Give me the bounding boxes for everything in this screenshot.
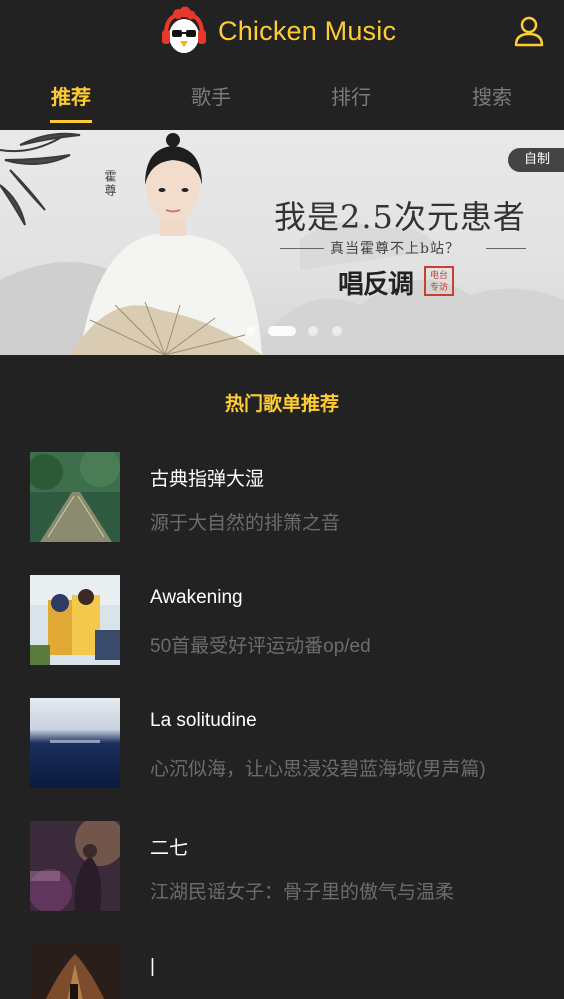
playlist-desc: 源于大自然的排箫之音 [150, 513, 341, 534]
playlist-desc: 50首最受好评运动番op/ed [150, 636, 371, 657]
banner-slider[interactable]: 自制 霍尊 我是2.5次元患者 真当霍尊不上b站？ 唱反调 电台专访 [0, 130, 564, 355]
playlist-cover [30, 452, 120, 542]
tab-singers[interactable]: 歌手 [171, 82, 251, 112]
playlist-desc: 心沉似海，让心思浸没碧蓝海域(男声篇) [150, 759, 486, 780]
playlist-cover [30, 944, 120, 999]
banner-subtitle: 真当霍尊不上b站？ [330, 241, 460, 257]
section-title: 热门歌单推荐 [224, 393, 339, 415]
playlist-cover [30, 698, 120, 788]
banner-divider-left [280, 248, 324, 249]
badge-self-made: 自制 [507, 148, 564, 172]
banner-image [0, 132, 564, 355]
banner-signature: 霍尊 [103, 170, 117, 198]
slider-dot[interactable] [246, 326, 256, 336]
tab-search[interactable]: 搜索 [452, 82, 532, 112]
playlist-cover [30, 575, 120, 665]
header: Chicken Music [0, 0, 564, 66]
active-tab-indicator [50, 120, 92, 123]
banner-headline: 我是2.5次元患者 [274, 198, 526, 236]
tab-rankings[interactable]: 排行 [311, 82, 391, 112]
banner-stamp: 电台专访 [424, 266, 454, 296]
list-item[interactable]: La solitudine 心沉似海，让心思浸没碧蓝海域(男声篇) [30, 698, 550, 790]
playlist-title: 二七 [150, 838, 189, 859]
playlist-title: 古典指弹大湿 [150, 469, 265, 490]
tab-recommend[interactable]: 推荐 [31, 82, 111, 112]
banner-divider-right [486, 248, 526, 249]
app-page: Chicken Music 推荐 歌手 排行 搜索 自制 霍尊 我是2.5次元患… [0, 0, 564, 999]
app-title: Chicken Music [218, 16, 397, 46]
list-item[interactable]: 二七 江湖民谣女子：骨子里的傲气与温柔 [30, 821, 550, 913]
slider-dot-active[interactable] [268, 326, 296, 336]
user-icon[interactable] [512, 14, 546, 48]
playlist-title: | [150, 956, 155, 977]
list-item[interactable]: Awakening 50首最受好评运动番op/ed [30, 575, 550, 667]
slider-dot[interactable] [308, 326, 318, 336]
slider-dot[interactable] [332, 326, 342, 336]
chicken-logo-icon [160, 6, 208, 56]
playlist-title: La solitudine [150, 710, 257, 731]
banner-brand: 唱反调 [338, 270, 414, 300]
playlist-desc: 江湖民谣女子：骨子里的傲气与温柔 [150, 882, 455, 903]
playlist-cover [30, 821, 120, 911]
list-item[interactable]: | [30, 944, 550, 999]
playlist-title: Awakening [150, 587, 243, 608]
list-item[interactable]: 古典指弹大湿 源于大自然的排箫之音 [30, 452, 550, 544]
